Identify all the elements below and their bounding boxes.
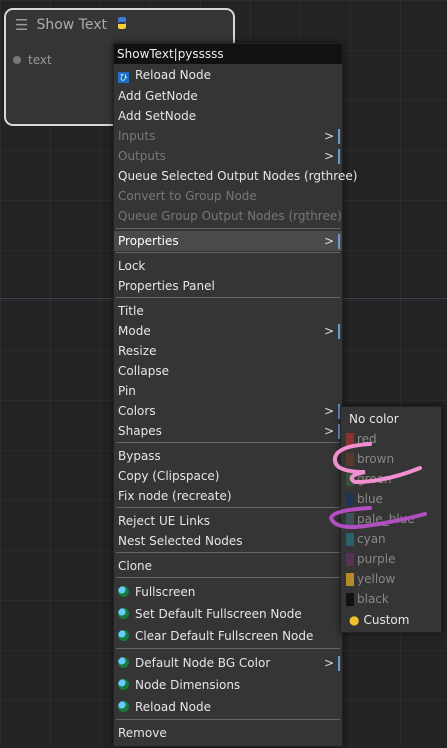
menu-separator	[116, 648, 340, 649]
globe-icon	[118, 586, 129, 597]
menu-item-default-bg-color[interactable]: Default Node BG Color >	[114, 653, 342, 673]
input-label: text	[28, 53, 52, 67]
globe-icon	[118, 701, 129, 712]
color-swatch	[346, 593, 354, 606]
submenu-arrow-icon: >	[323, 656, 334, 670]
menu-item-clear-default-fullscreen[interactable]: Clear Default Fullscreen Node	[114, 626, 342, 646]
menu-item-convert-group[interactable]: Convert to Group Node	[114, 186, 342, 206]
menu-separator	[116, 297, 340, 298]
globe-icon	[118, 657, 129, 668]
menu-item-collapse[interactable]: Collapse	[114, 361, 342, 381]
globe-icon	[118, 679, 129, 690]
reload-node-icon: ひ	[118, 72, 129, 83]
submenu-arrow-icon: >	[323, 149, 334, 163]
color-item-custom[interactable]: ● Custom	[341, 610, 441, 630]
menu-item-clone[interactable]: Clone	[114, 556, 342, 576]
node-input-slot[interactable]: text	[13, 53, 52, 67]
menu-item-shapes[interactable]: Shapes >	[114, 421, 342, 441]
menu-item-pin[interactable]: Pin	[114, 381, 342, 401]
menu-item-node-dimensions[interactable]: Node Dimensions	[114, 675, 342, 695]
menu-item-nest-selected[interactable]: Nest Selected Nodes	[114, 531, 342, 551]
menu-separator	[116, 252, 340, 253]
menu-item-colors[interactable]: Colors >	[114, 401, 342, 421]
input-dot-icon[interactable]	[13, 56, 21, 64]
menu-item-reject-ue-links[interactable]: Reject UE Links	[114, 511, 342, 531]
menu-separator	[116, 577, 340, 578]
submenu-arrow-icon: >	[323, 234, 334, 248]
context-menu-title: ShowText|pysssss	[114, 44, 342, 64]
menu-item-mode[interactable]: Mode >	[114, 321, 342, 341]
menu-item-properties[interactable]: Properties >	[114, 231, 342, 251]
menu-item-reload-node-2[interactable]: Reload Node	[114, 697, 342, 717]
node-context-menu: ShowText|pysssss ひ Reload Node Add GetNod…	[113, 43, 357, 747]
menu-item-title[interactable]: Title	[114, 301, 342, 321]
globe-icon	[118, 630, 129, 641]
submenu-arrow-icon: >	[323, 404, 334, 418]
menu-separator	[116, 442, 340, 443]
color-item-purple[interactable]: purple	[341, 549, 441, 569]
color-item-yellow[interactable]: yellow	[341, 569, 441, 589]
menu-item-add-getnode[interactable]: Add GetNode	[114, 86, 342, 106]
color-item-no-color[interactable]: No color	[341, 409, 441, 429]
menu-item-fullscreen[interactable]: Fullscreen	[114, 582, 342, 602]
menu-item-inputs[interactable]: Inputs >	[114, 126, 342, 146]
menu-item-copy-clipspace[interactable]: Copy (Clipspace)	[114, 466, 342, 486]
python-icon	[115, 16, 129, 34]
menu-separator	[116, 228, 340, 229]
menu-separator	[116, 552, 340, 553]
menu-item-remove[interactable]: Remove	[114, 723, 342, 743]
submenu-arrow-icon: >	[323, 129, 334, 143]
globe-icon	[118, 608, 129, 619]
menu-item-lock[interactable]: Lock	[114, 256, 342, 276]
color-item-black[interactable]: black	[341, 589, 441, 609]
menu-item-queue-group-output[interactable]: Queue Group Output Nodes (rgthree)	[114, 206, 342, 226]
menu-item-resize[interactable]: Resize	[114, 341, 342, 361]
menu-item-set-default-fullscreen[interactable]: Set Default Fullscreen Node	[114, 604, 342, 624]
annotation-scribbles	[328, 442, 427, 529]
menu-item-bypass[interactable]: Bypass	[114, 446, 342, 466]
node-title-bar[interactable]: ☰ Show Text	[6, 10, 233, 40]
menu-item-add-setnode[interactable]: Add SetNode	[114, 106, 342, 126]
node-title: Show Text	[36, 17, 107, 33]
hamburger-icon[interactable]: ☰	[15, 16, 28, 34]
menu-item-properties-panel[interactable]: Properties Panel	[114, 276, 342, 296]
menu-item-queue-selected-output[interactable]: Queue Selected Output Nodes (rgthree)	[114, 166, 357, 186]
menu-separator	[116, 719, 340, 720]
color-swatch	[346, 553, 354, 566]
color-swatch	[346, 573, 354, 586]
menu-separator	[116, 507, 340, 508]
menu-item-outputs[interactable]: Outputs >	[114, 146, 342, 166]
menu-item-fix-node[interactable]: Fix node (recreate)	[114, 486, 342, 506]
palette-icon: ●	[349, 613, 360, 627]
menu-item-reload-node[interactable]: ひ Reload Node	[114, 65, 342, 85]
submenu-arrow-icon: >	[323, 324, 334, 338]
